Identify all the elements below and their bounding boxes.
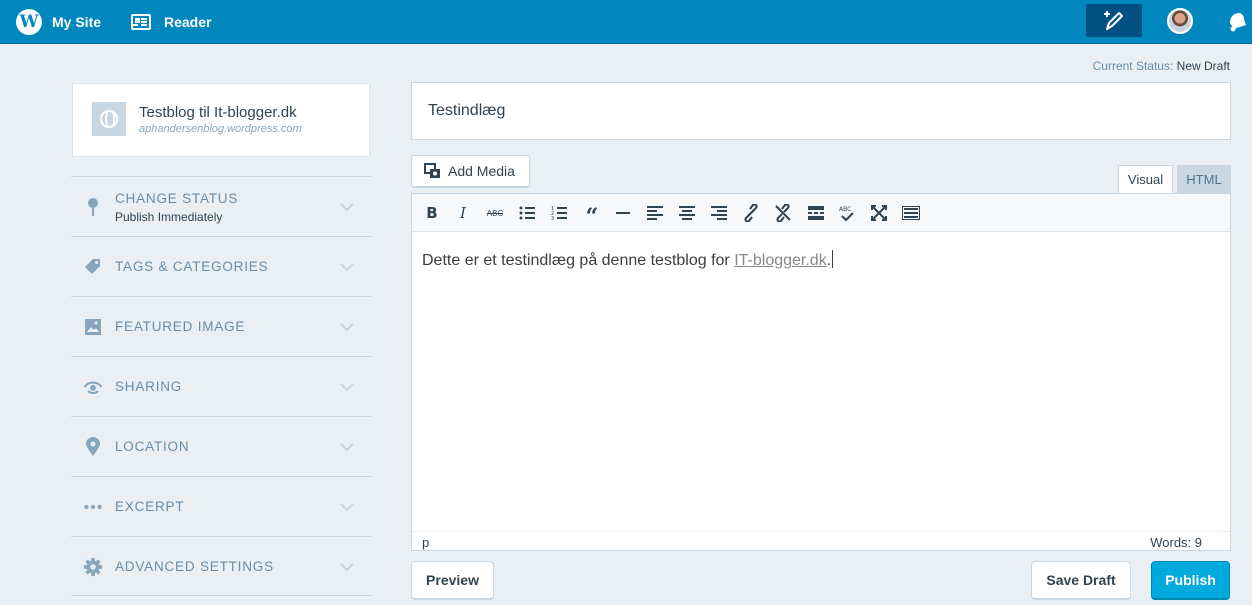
site-url: aphandersenblog.wordpress.com [139, 123, 302, 135]
chevron-down-icon [340, 503, 354, 512]
site-card[interactable]: Testblog til It-blogger.dk aphandersenbl… [72, 83, 370, 157]
numbered-list-icon[interactable]: 123 [549, 203, 569, 223]
accordion-location[interactable]: LOCATION [71, 416, 371, 476]
my-site-label: My Site [52, 14, 102, 30]
tab-html[interactable]: HTML [1177, 165, 1231, 194]
accordion-label: EXCERPT [115, 499, 185, 514]
accordion-advanced-settings[interactable]: ADVANCED SETTINGS [71, 536, 371, 596]
post-status: Current Status: New Draft [1093, 59, 1230, 73]
accordion-subtitle: Publish Immediately [115, 210, 223, 224]
status-value: New Draft [1176, 59, 1230, 73]
reader-label: Reader [164, 14, 212, 30]
bullet-list-icon[interactable] [517, 203, 537, 223]
notifications-icon[interactable] [1224, 9, 1248, 33]
site-icon [92, 102, 126, 136]
add-media-button[interactable]: Add Media [411, 155, 530, 188]
editor-content[interactable]: Dette er et testindlæg på denne testblog… [422, 250, 834, 270]
write-post-icon [1104, 10, 1123, 30]
accordion-label: TAGS & CATEGORIES [115, 259, 269, 274]
link-icon[interactable] [741, 203, 761, 223]
accordion-label: CHANGE STATUS [115, 191, 239, 206]
gear-icon [83, 557, 103, 577]
accordion-label: FEATURED IMAGE [115, 319, 246, 334]
write-post-button[interactable] [1086, 4, 1142, 37]
editor-statusbar: p Words: 9 [412, 531, 1230, 551]
chevron-down-icon [340, 443, 354, 452]
accordion-excerpt[interactable]: EXCERPT [71, 476, 371, 536]
accordion-sharing[interactable]: SHARING [71, 356, 371, 416]
chevron-down-icon [340, 323, 354, 332]
image-icon [83, 317, 103, 337]
location-icon [83, 437, 103, 457]
horizontal-rule-icon[interactable] [613, 203, 633, 223]
accordion-featured-image[interactable]: FEATURED IMAGE [71, 296, 371, 356]
chevron-down-icon [340, 563, 354, 572]
text-caret [832, 250, 834, 268]
post-editor[interactable]: B I ABC 123 “ ABC Dette er et testindlæg… [411, 193, 1231, 551]
editor-toolbar: B I ABC 123 “ ABC [412, 194, 1230, 232]
align-center-icon[interactable] [677, 203, 697, 223]
accordion-tags-categories[interactable]: TAGS & CATEGORIES [71, 236, 371, 296]
status-label: Current Status: [1092, 59, 1174, 73]
tab-visual[interactable]: Visual [1118, 165, 1173, 194]
chevron-down-icon [340, 263, 354, 272]
strikethrough-icon[interactable]: ABC [485, 203, 505, 223]
align-left-icon[interactable] [645, 203, 665, 223]
accordion-label: LOCATION [115, 439, 190, 454]
chevron-down-icon [340, 383, 354, 392]
svg-text:3: 3 [551, 216, 554, 220]
content-text: Dette er et testindlæg på denne testblog… [422, 252, 735, 269]
publish-button[interactable]: Publish [1151, 561, 1230, 600]
save-draft-button[interactable]: Save Draft [1031, 561, 1131, 600]
user-avatar[interactable] [1167, 8, 1193, 34]
svg-text:ABC: ABC [839, 206, 851, 213]
italic-icon[interactable]: I [453, 203, 473, 223]
bold-icon[interactable]: B [422, 203, 442, 223]
accordion-label: ADVANCED SETTINGS [115, 559, 274, 574]
reader-link[interactable]: Reader [131, 0, 211, 44]
content-link[interactable]: IT-blogger.dk [734, 252, 827, 269]
reader-icon [131, 14, 151, 30]
align-right-icon[interactable] [709, 203, 729, 223]
content-end: . [826, 252, 832, 269]
ellipsis-icon [83, 497, 103, 517]
my-site-link[interactable]: W My Site [16, 0, 101, 44]
globe-icon [100, 110, 118, 128]
share-icon [83, 377, 103, 397]
element-path: p [422, 535, 430, 550]
accordion-label: SHARING [115, 379, 183, 394]
more-tag-icon[interactable] [806, 203, 826, 223]
post-title-field[interactable]: Testindlæg [411, 82, 1231, 140]
chevron-down-icon [340, 203, 354, 212]
post-title-text: Testindlæg [428, 102, 506, 119]
unlink-icon[interactable] [773, 203, 793, 223]
tag-icon [83, 257, 103, 277]
wordpress-logo-icon: W [16, 9, 42, 35]
preview-button[interactable]: Preview [411, 561, 494, 600]
site-title: Testblog til It-blogger.dk [139, 104, 297, 121]
masterbar: W My Site Reader [0, 0, 1252, 44]
add-media-label: Add Media [448, 163, 515, 179]
word-count: Words: 9 [1150, 535, 1202, 550]
pin-icon [83, 197, 103, 217]
blockquote-icon[interactable]: “ [582, 203, 602, 230]
add-media-icon [424, 163, 440, 178]
accordion-change-status[interactable]: CHANGE STATUS Publish Immediately [71, 176, 371, 236]
spellcheck-icon[interactable]: ABC [837, 203, 857, 223]
keyboard-icon[interactable] [901, 203, 921, 223]
fullscreen-icon[interactable] [869, 203, 889, 223]
